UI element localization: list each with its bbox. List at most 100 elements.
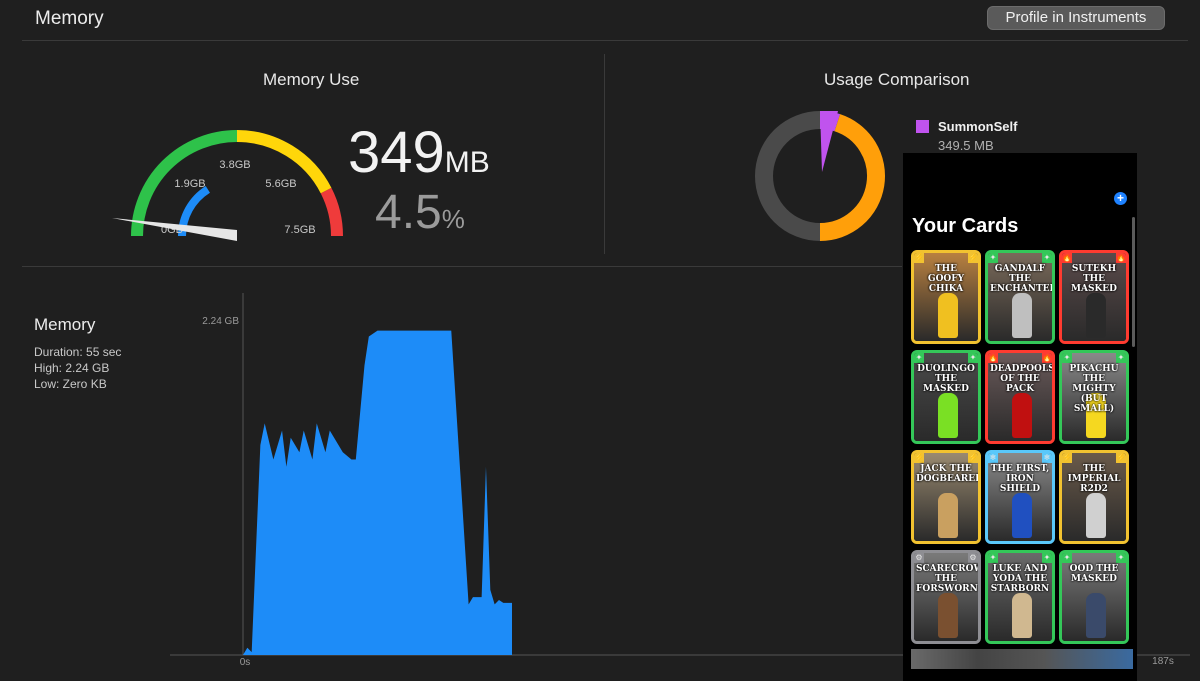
card-title: SUTEKH THE MASKED <box>1071 264 1117 294</box>
card-badge-icon: ⚡ <box>1116 453 1126 463</box>
memory-percent-number: 4.5 <box>375 186 442 239</box>
memory-value: 349MB <box>348 119 490 186</box>
gauge-green-segment <box>131 130 238 237</box>
card-badge-icon: ✦ <box>1116 553 1126 563</box>
card-tile[interactable]: ❄ ❄ THE FIRST, IRON SHIELD <box>985 450 1055 544</box>
card-title: JACK THE DOGBEARER <box>916 464 981 484</box>
card-tile[interactable]: ⚡ ⚡ JACK THE DOGBEARER <box>911 450 981 544</box>
card-figure <box>1012 493 1032 538</box>
gauge-tick-label: 0GB <box>161 224 183 236</box>
low-stat: Low: Zero KB <box>34 377 107 391</box>
card-badge-icon: ⚡ <box>968 453 978 463</box>
card-title: GANDALF THE ENCHANTER <box>990 264 1055 294</box>
gauge-tick-label: 5.6GB <box>265 178 296 190</box>
x-tick-label-end: 187s <box>1152 656 1174 667</box>
card-tile[interactable]: ✦ ✦ PIKACHU THE MIGHTY (BUT SMALL) <box>1059 350 1129 444</box>
gauge-fill-arc <box>178 185 211 237</box>
memory-use-title: Memory Use <box>263 70 360 89</box>
card-figure <box>1086 293 1106 338</box>
card-badge-icon: ⚡ <box>914 453 924 463</box>
card-badge-icon: ⚡ <box>914 253 924 263</box>
card-title: THE GOOFY CHIKA <box>927 264 965 294</box>
card-figure <box>938 293 958 338</box>
card-tile[interactable]: 🔥 🔥 SUTEKH THE MASKED <box>1059 250 1129 344</box>
card-badge-icon: ❄ <box>988 453 998 463</box>
card-badge-icon: ✦ <box>1116 353 1126 363</box>
card-tile[interactable]: ⚡ ⚡ THE GOOFY CHIKA <box>911 250 981 344</box>
divider <box>22 40 1188 41</box>
gauge-yellow-segment <box>236 130 332 194</box>
memory-percent-symbol: % <box>441 204 465 234</box>
card-title: THE FIRST, IRON SHIELD <box>990 464 1050 494</box>
card-figure <box>1012 593 1032 638</box>
gauge-tick-label: 1.9GB <box>174 178 205 190</box>
card-tile[interactable]: ⚡ ⚡ THE IMPERIAL R2D2 <box>1059 450 1129 544</box>
card-badge-icon: ✦ <box>968 353 978 363</box>
gauge-needle <box>112 218 237 241</box>
card-badge-icon: ✦ <box>914 353 924 363</box>
card-figure <box>1086 493 1106 538</box>
card-badge-icon: ⚙ <box>968 553 978 563</box>
card-badge-icon: ✦ <box>1062 353 1072 363</box>
donut-free-segment <box>819 114 885 241</box>
card-figure <box>1012 293 1032 338</box>
card-tile[interactable]: 🔥 🔥 DEADPOOLS OF THE PACK <box>985 350 1055 444</box>
card-figure <box>938 493 958 538</box>
card-badge-icon: 🔥 <box>1062 253 1072 263</box>
card-badge-icon: ❄ <box>1042 453 1052 463</box>
card-badge-icon: 🔥 <box>1042 353 1052 363</box>
y-tick-label: 2.24 GB <box>202 316 239 327</box>
card-tile[interactable]: ⚙ ⚙ SCARECROW THE FORSWORN <box>911 550 981 644</box>
legend-swatch <box>916 120 929 133</box>
donut-other-segment <box>755 111 821 241</box>
donut-app-pointer <box>820 111 838 172</box>
card-tile[interactable]: ✦ ✦ GANDALF THE ENCHANTER <box>985 250 1055 344</box>
card-title: LUKE AND YODA THE STARBORN <box>990 564 1050 594</box>
card-badge-icon: ✦ <box>1042 553 1052 563</box>
card-badge-icon: ⚡ <box>968 253 978 263</box>
memory-section-title: Memory <box>34 315 96 334</box>
phone-screen-overlay: + Your Cards ⚡ ⚡ THE GOOFY CHIKA ✦ ✦ GANDALF … <box>903 153 1137 681</box>
legend-app-name: SummonSelf <box>938 119 1018 134</box>
card-tile[interactable]: ✦ ✦ DUOLINGO THE MASKED <box>911 350 981 444</box>
usage-comparison-title: Usage Comparison <box>824 70 970 89</box>
divider <box>22 266 902 267</box>
card-title: THE IMPERIAL R2D2 <box>1067 464 1121 494</box>
card-title: PIKACHU THE MIGHTY (BUT SMALL) <box>1069 364 1119 414</box>
card-figure <box>938 393 958 438</box>
your-cards-title: Your Cards <box>912 215 1019 237</box>
gauge-tick-label: 7.5GB <box>284 224 315 236</box>
card-tile[interactable]: ✦ ✦ OOD THE MASKED <box>1059 550 1129 644</box>
high-stat: High: 2.24 GB <box>34 361 110 375</box>
card-badge-icon: ✦ <box>1062 553 1072 563</box>
card-figure <box>1086 593 1106 638</box>
card-title: SCARECROW THE FORSWORN <box>916 564 981 594</box>
profile-in-instruments-button[interactable]: Profile in Instruments <box>987 6 1165 30</box>
add-card-button[interactable]: + <box>1114 192 1127 205</box>
card-figure <box>1012 393 1032 438</box>
donut-app-segment <box>819 111 841 132</box>
card-badge-icon: ✦ <box>988 553 998 563</box>
legend-app-value: 349.5 MB <box>938 138 994 153</box>
card-title: DEADPOOLS OF THE PACK <box>990 364 1055 394</box>
memory-value-number: 349 <box>348 120 445 185</box>
divider <box>604 54 605 254</box>
page-title: Memory <box>35 8 104 29</box>
card-badge-icon: 🔥 <box>988 353 998 363</box>
memory-percent: 4.5% <box>375 185 465 240</box>
memory-area-series <box>243 330 512 655</box>
scrollbar[interactable] <box>1132 217 1135 347</box>
x-tick-label-start: 0s <box>240 657 251 668</box>
card-title: DUOLINGO THE MASKED <box>917 364 975 394</box>
card-tile[interactable]: ✦ ✦ LUKE AND YODA THE STARBORN <box>985 550 1055 644</box>
card-badge-icon: 🔥 <box>1116 253 1126 263</box>
gauge-red-segment <box>320 187 343 237</box>
duration-stat: Duration: 55 sec <box>34 345 122 359</box>
card-title: OOD THE MASKED <box>1069 564 1119 584</box>
toolbar: Memory Profile in Instruments <box>0 0 1200 40</box>
card-badge-icon: ✦ <box>988 253 998 263</box>
card-badge-icon: ⚙ <box>914 553 924 563</box>
gauge-tick-label: 3.8GB <box>219 159 250 171</box>
card-badge-icon: ⚡ <box>1062 453 1072 463</box>
memory-value-unit: MB <box>444 146 490 179</box>
